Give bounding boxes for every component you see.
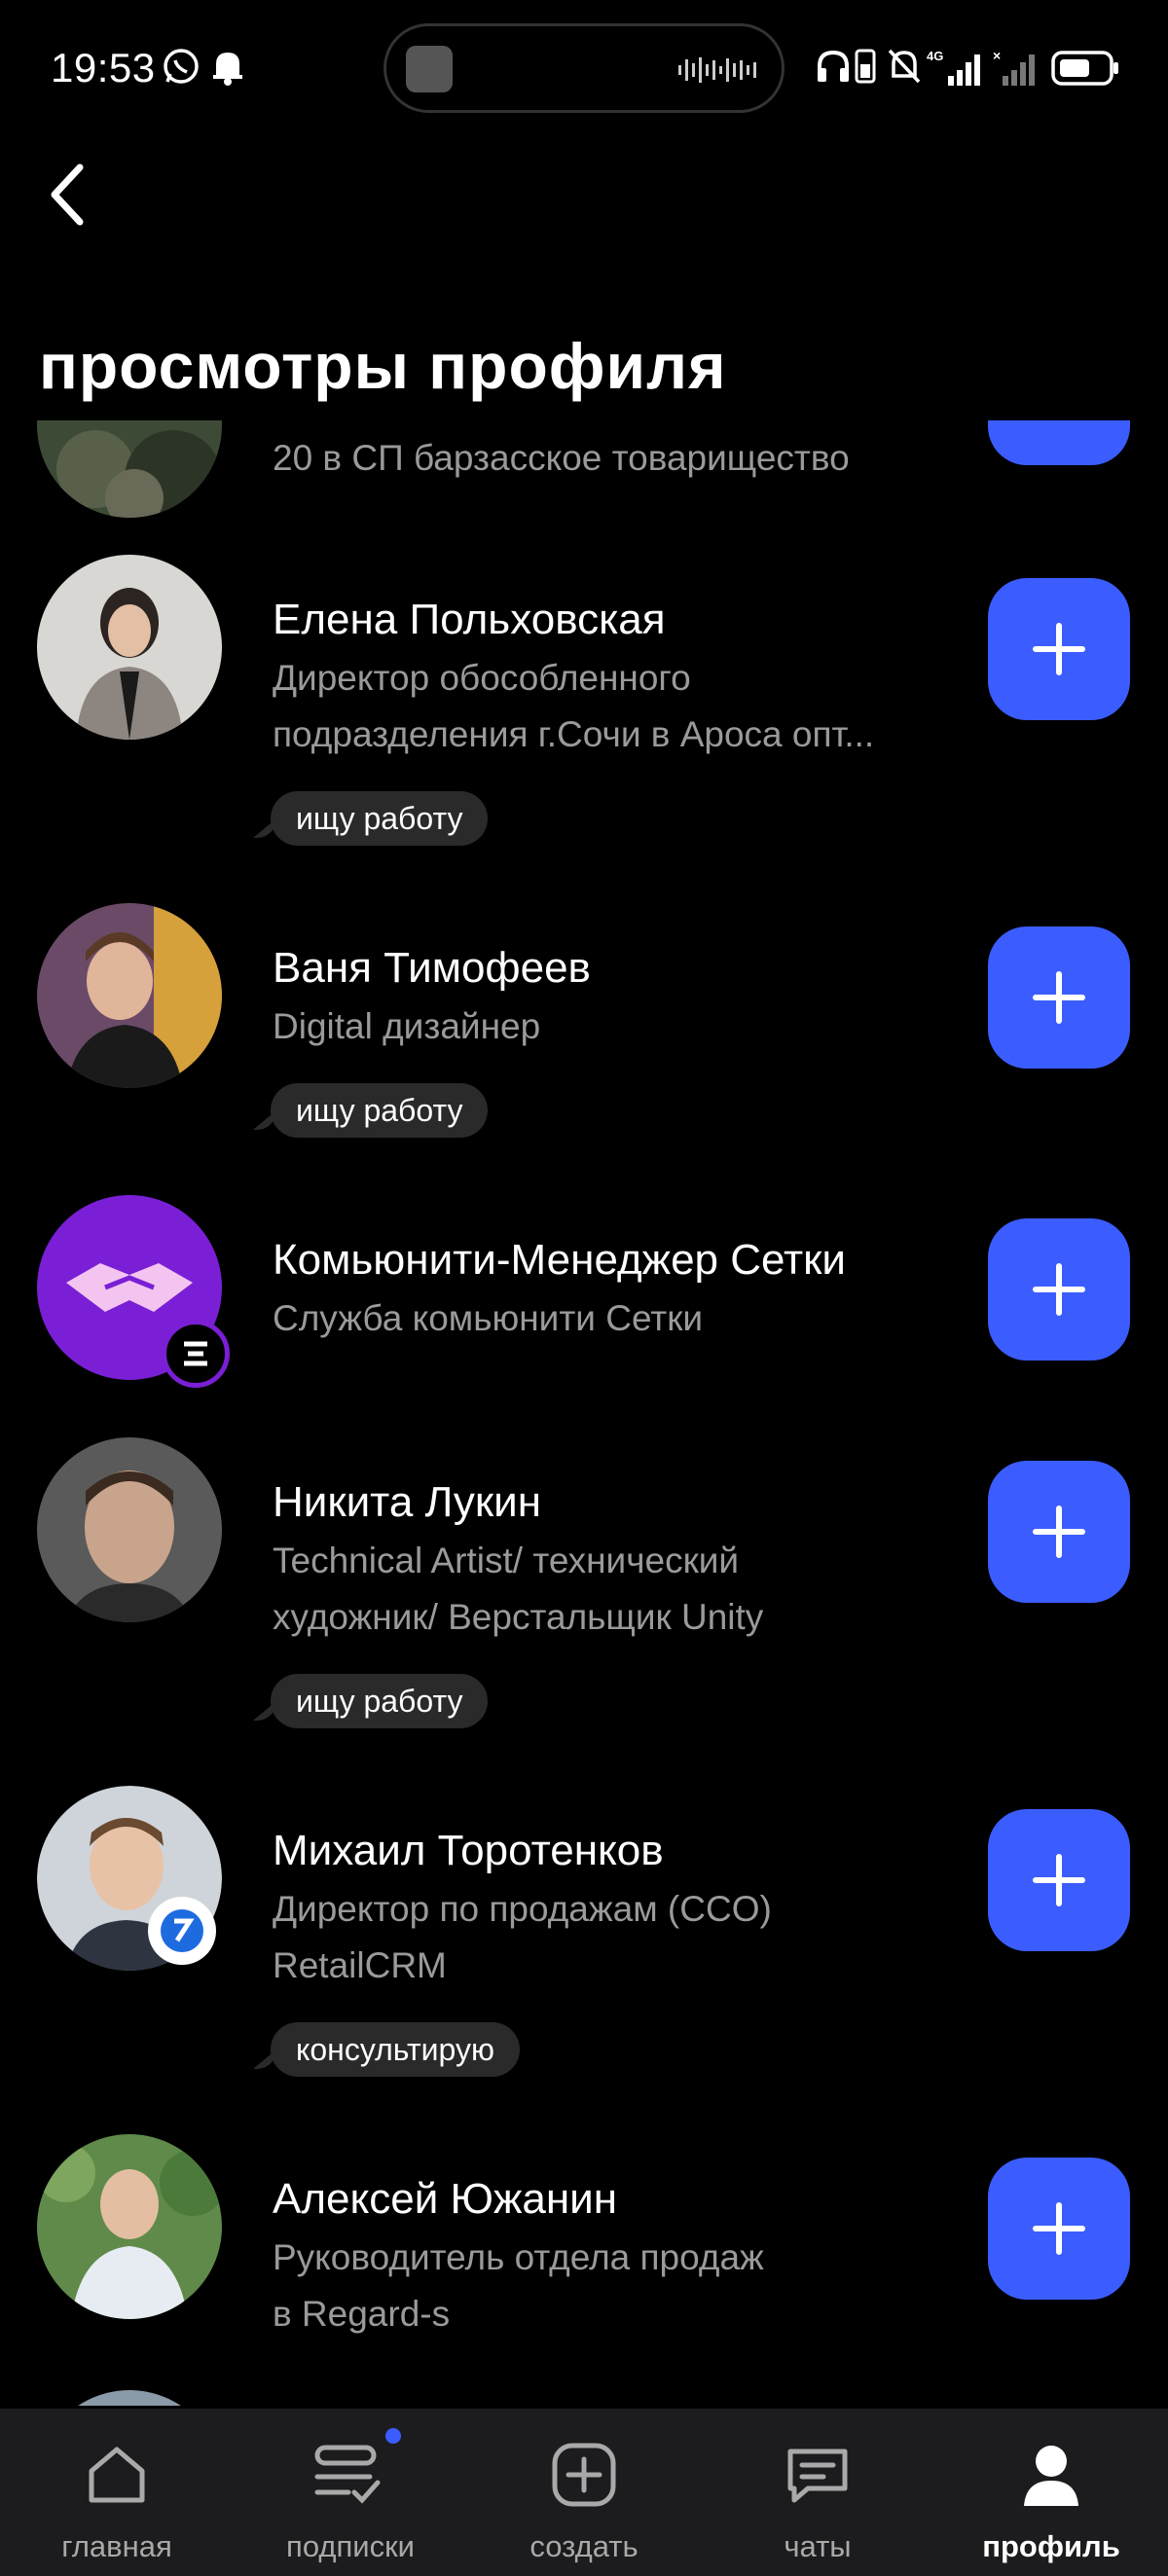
profile-name[interactable]: Алексей Южанин	[273, 2175, 617, 2224]
profile-subtitle: Technical Artist/ технический художник/ …	[273, 1541, 764, 1637]
add-contact-button[interactable]	[988, 1809, 1130, 1951]
plus-icon	[1033, 1854, 1085, 1906]
avatar[interactable]	[37, 555, 222, 740]
back-button[interactable]	[39, 156, 97, 234]
add-contact-button[interactable]	[988, 1461, 1130, 1603]
avatar[interactable]	[37, 1195, 230, 1388]
nav-label: создать	[529, 2529, 639, 2563]
nav-profile[interactable]: профиль	[934, 2409, 1168, 2576]
nav-label: профиль	[982, 2529, 1120, 2563]
status-tag: консультирую	[271, 2022, 520, 2077]
dynamic-island	[383, 23, 785, 113]
svg-text:4G: 4G	[927, 49, 943, 63]
profile-views-list[interactable]: 20 в СП барзасское товарищество Елена По…	[0, 420, 1168, 2406]
subscriptions-icon	[311, 2440, 389, 2515]
signal-4g-icon: 4G	[927, 49, 989, 92]
status-time: 19:53	[51, 45, 156, 91]
company-badge	[148, 1897, 216, 1965]
profile-name[interactable]: Михаил Торотенков	[273, 1827, 664, 1875]
audio-wave-icon	[678, 55, 756, 90]
add-contact-button[interactable]	[988, 420, 1130, 465]
status-bar: 19:53 4G ×	[0, 0, 1168, 136]
add-contact-button[interactable]	[988, 2158, 1130, 2300]
avatar[interactable]	[37, 1786, 222, 1971]
avatar[interactable]	[37, 903, 222, 1088]
avatar[interactable]	[37, 2134, 222, 2319]
avatar[interactable]	[37, 420, 222, 518]
profile-subtitle: Директор по продажам (CCO) RetailCRM	[273, 1889, 772, 1985]
nav-home[interactable]: главная	[0, 2409, 234, 2576]
nav-chats[interactable]: чаты	[701, 2409, 934, 2576]
home-icon	[82, 2440, 152, 2515]
status-tag: ищу работу	[271, 791, 489, 846]
chevron-left-icon	[51, 163, 84, 226]
add-contact-button[interactable]	[988, 926, 1130, 1069]
add-contact-button[interactable]	[988, 578, 1130, 720]
chat-icon	[783, 2440, 853, 2515]
nav-subscriptions[interactable]: подписки	[234, 2409, 467, 2576]
create-icon	[549, 2440, 619, 2515]
avatar[interactable]	[37, 1437, 222, 1622]
plus-icon	[1033, 1506, 1085, 1558]
plus-icon	[1032, 420, 1086, 421]
profile-subtitle: Digital дизайнер	[273, 1006, 541, 1046]
add-contact-button[interactable]	[988, 1218, 1130, 1361]
profile-subtitle: Директор обособленного подразделения г.С…	[273, 658, 875, 754]
profile-subtitle: 20 в СП барзасское товарищество	[273, 438, 850, 478]
profile-name[interactable]: Комьюнити-Менеджер Сетки	[273, 1236, 846, 1285]
nav-create[interactable]: создать	[467, 2409, 701, 2576]
profile-subtitle: Руководитель отдела продаж в Regard-s	[273, 2237, 764, 2334]
media-thumbnail	[406, 46, 453, 92]
svg-text:×: ×	[993, 49, 1001, 63]
company-badge	[162, 1320, 230, 1388]
page-title: просмотры профиля	[39, 330, 727, 402]
bell-icon	[210, 47, 245, 91]
profile-name[interactable]: Елена Польховская	[273, 596, 666, 644]
notification-dot	[385, 2428, 401, 2444]
plus-icon	[1033, 2202, 1085, 2255]
profile-subtitle: Служба комьюнити Сетки	[273, 1298, 704, 1338]
profile-name[interactable]: Никита Лукин	[273, 1478, 541, 1527]
nav-label: подписки	[286, 2529, 415, 2563]
status-tag: ищу работу	[271, 1674, 489, 1728]
whatsapp-icon	[162, 47, 201, 91]
device-battery-icon	[855, 47, 876, 91]
avatar[interactable]	[37, 2390, 222, 2406]
plus-icon	[1033, 1263, 1085, 1316]
headphones-icon	[816, 47, 851, 91]
signal-no-service-icon: ×	[993, 48, 1040, 92]
profile-name[interactable]: Ваня Тимофеев	[273, 944, 591, 993]
plus-icon	[1033, 623, 1085, 675]
plus-icon	[1033, 971, 1085, 1024]
nav-label: главная	[61, 2529, 172, 2563]
profile-icon	[1016, 2440, 1086, 2515]
status-tag: ищу работу	[271, 1083, 489, 1138]
bell-muted-icon	[886, 47, 923, 91]
bottom-nav: главная подписки создать чаты профиль	[0, 2409, 1168, 2576]
nav-label: чаты	[784, 2529, 852, 2563]
battery-icon	[1051, 51, 1121, 91]
